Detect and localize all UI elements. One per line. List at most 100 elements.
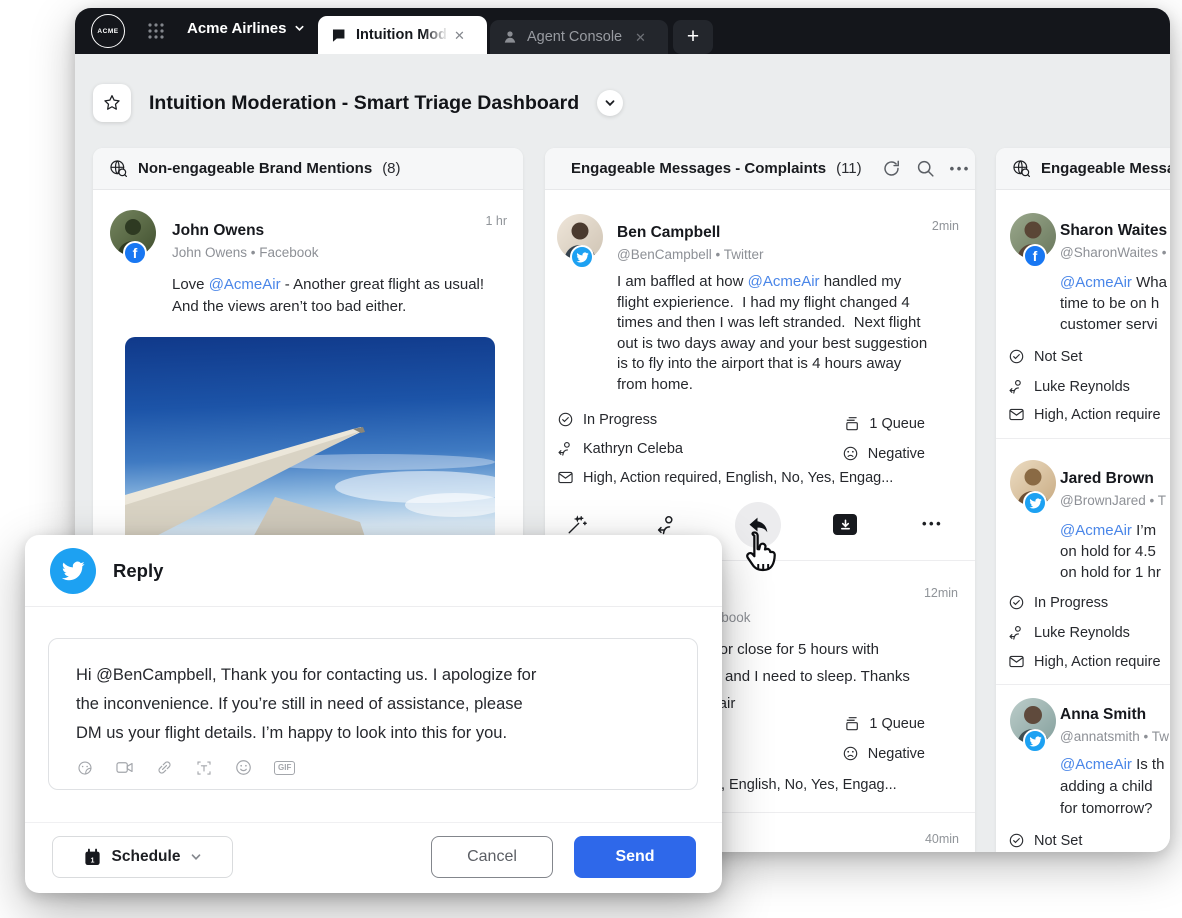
twitter-icon (1023, 491, 1047, 515)
video-icon[interactable] (115, 758, 134, 777)
wand-icon (568, 515, 587, 534)
assign-person-icon (657, 516, 673, 535)
acme-logo[interactable]: ACME (91, 14, 125, 48)
assignee-icon (1009, 625, 1021, 640)
column-count: (8) (382, 160, 401, 177)
assignee-icon (558, 441, 570, 456)
dashboard-menu-button[interactable] (597, 90, 624, 116)
sentiment-field: Negative (842, 745, 925, 762)
tab-agent-console[interactable]: Agent Console ✕ (490, 20, 668, 54)
post-time: 12min (923, 586, 958, 600)
refresh-icon[interactable] (882, 159, 901, 178)
post-author: Anna Smith (1060, 706, 1147, 723)
post-handle: @BenCampbell • Twitter (617, 247, 764, 262)
topbar: ACME Acme Airlines Intuition Moder ✕ (75, 8, 1170, 54)
text-format-icon[interactable] (195, 759, 213, 777)
listening-globe-icon (110, 160, 128, 178)
more-actions-icon[interactable]: ••• (922, 516, 943, 531)
assign-button[interactable] (656, 514, 678, 536)
status-icon (1009, 349, 1024, 364)
facebook-icon: f (1023, 244, 1047, 268)
dashboard-title-row: Intuition Moderation - Smart Triage Dash… (93, 84, 624, 122)
close-tab-icon[interactable]: ✕ (635, 31, 646, 44)
send-button[interactable]: Send (574, 836, 696, 878)
column-title: Non-engageable Brand Mentions (138, 160, 373, 177)
twitter-icon (1023, 729, 1047, 753)
post-time: 1 hr (485, 214, 507, 228)
post-text-fragment: d for close for 5 hours with ate and I n… (700, 641, 910, 712)
link-icon[interactable] (155, 758, 174, 777)
mention-link[interactable]: @AcmeAir (1060, 756, 1132, 773)
status-icon (558, 412, 573, 427)
search-icon[interactable] (916, 159, 935, 178)
hand-pointer-cursor (738, 528, 786, 582)
page-title: Intuition Moderation - Smart Triage Dash… (149, 91, 580, 114)
column-header[interactable]: Engageable Messa (996, 148, 1170, 190)
chevron-down-icon (192, 854, 201, 861)
reply-textarea[interactable]: Hi @BenCampbell, Thank you for contactin… (48, 638, 698, 790)
chat-bubble-icon (332, 29, 345, 42)
status-field: In Progress (1008, 594, 1108, 611)
calendar-icon: 1 (83, 848, 102, 867)
mention-link[interactable]: @AcmeAir (748, 273, 820, 290)
column-title: Engageable Messages - Complaints (571, 160, 827, 177)
column-count: (11) (836, 160, 862, 177)
gif-icon[interactable]: GIF (274, 760, 296, 775)
screen: ACME Acme Airlines Intuition Moder ✕ (0, 0, 1182, 918)
emoji-icon[interactable] (234, 758, 253, 777)
mention-link[interactable]: @AcmeAir (1060, 522, 1132, 539)
post-handle: @BrownJared • T (1060, 493, 1166, 508)
post-author: John Owens (172, 222, 265, 239)
listening-globe-icon (1013, 160, 1031, 178)
status-field: In Progress (557, 411, 657, 428)
post-handle: @annatsmith • Tw (1060, 729, 1169, 744)
status-field: Not Set (1008, 832, 1082, 849)
post-text: @AcmeAir I’m on hold for 4.5 on hold for… (1060, 522, 1161, 581)
modal-footer-divider (25, 822, 722, 823)
negative-sentiment-icon (843, 746, 858, 761)
twitter-icon (50, 547, 96, 594)
workspace-selector[interactable]: Acme Airlines (187, 20, 305, 37)
favorite-button[interactable] (93, 84, 131, 122)
cancel-button[interactable]: Cancel (431, 836, 553, 878)
svg-text:1: 1 (90, 856, 94, 864)
workspace-label: Acme Airlines (187, 20, 287, 37)
more-options-icon[interactable]: ••• (950, 161, 971, 176)
post-author: Jared Brown (1060, 470, 1154, 487)
tab-intuition-moderation[interactable]: Intuition Moder ✕ (318, 16, 487, 54)
column-header[interactable]: Engageable Messages - Complaints (11) ••… (545, 148, 975, 190)
column-header[interactable]: Non-engageable Brand Mentions (8) (93, 148, 523, 190)
post-handle: John Owens • Facebook (172, 245, 319, 260)
schedule-button[interactable]: 1 Schedule (52, 836, 233, 878)
tags-icon (1009, 655, 1024, 668)
app-launcher-icon[interactable] (147, 22, 165, 40)
sentiment-field: Negative (842, 445, 925, 462)
assignee-icon (1009, 379, 1021, 394)
tags-field: High, Action required, English, No, Yes,… (557, 469, 893, 486)
new-tab-button[interactable]: + (673, 20, 713, 54)
tab-label: Agent Console (527, 29, 623, 45)
post-text: @AcmeAir Is th adding a child for tomorr… (1060, 756, 1165, 817)
queue-icon (846, 717, 859, 731)
tags-field: High, Action require (1008, 406, 1161, 423)
post-author: Sharon Waites (1060, 222, 1168, 239)
post-divider (996, 438, 1170, 439)
post-handle: @SharonWaites • (1060, 245, 1167, 260)
status-icon (1009, 833, 1024, 848)
post-text: Love @AcmeAir - Another great flight as … (172, 276, 485, 315)
queue-icon (846, 417, 859, 431)
chevron-down-icon (294, 25, 304, 32)
mention-link[interactable]: @AcmeAir (1060, 274, 1132, 291)
post-author: Ben Campbell (617, 224, 721, 241)
mention-link[interactable]: @AcmeAir (209, 276, 281, 293)
assignee-field: Luke Reynolds (1008, 378, 1130, 395)
tab-label: Intuition Moder (356, 27, 448, 43)
post-photo-airplane-wing[interactable] (125, 337, 495, 552)
column-title: Engageable Messa (1041, 160, 1170, 177)
smart-compose-button[interactable] (566, 514, 588, 536)
archive-button[interactable] (833, 514, 857, 535)
sticker-icon[interactable] (76, 759, 94, 777)
modal-title: Reply (113, 559, 164, 581)
close-tab-icon[interactable]: ✕ (454, 29, 465, 42)
queue-field: 1 Queue (843, 715, 925, 732)
